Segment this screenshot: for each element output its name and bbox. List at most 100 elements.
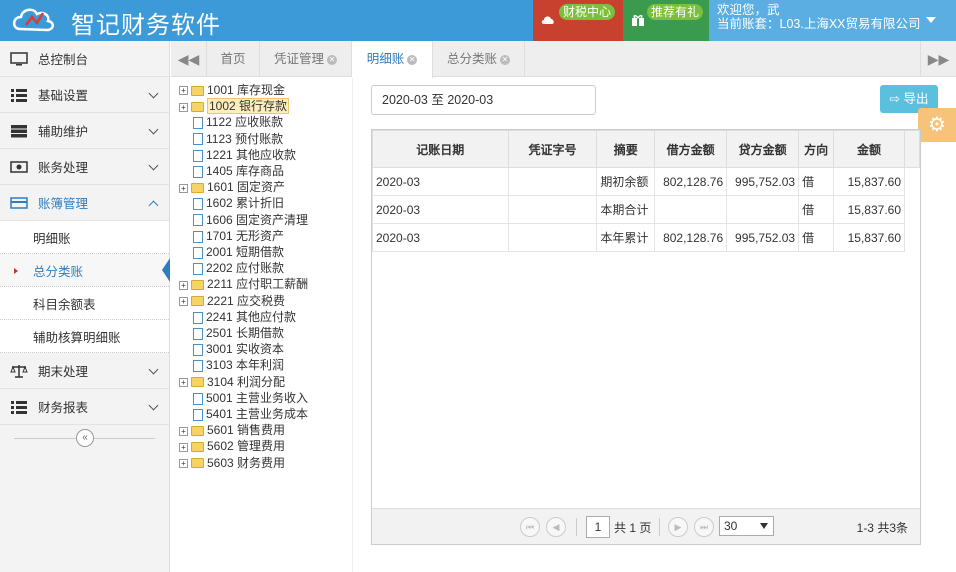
table-cell: 802,128.76 (654, 223, 728, 252)
sidebar-subitem-detail-ledger[interactable]: 明细账 (0, 221, 169, 254)
expand-toggle-icon[interactable]: + (179, 377, 188, 387)
table-cell: 借 (798, 167, 835, 196)
tree-node[interactable]: 3001 实收资本 (179, 341, 284, 357)
tab-scroll-left-button[interactable]: ◀◀ (171, 41, 207, 77)
tree-node[interactable]: +2221 应交税费 (179, 293, 285, 309)
tree-node[interactable]: +5602 管理费用 (179, 438, 285, 454)
prev-page-button[interactable]: ◀ (546, 517, 566, 537)
tree-node[interactable]: 1405 库存商品 (179, 163, 284, 179)
tree-node-label: 1602 累计折旧 (206, 196, 285, 211)
tree-node[interactable]: +1001 库存现金 (179, 82, 285, 98)
user-account-menu[interactable]: 欢迎您，武 当前账套：L03.上海XX贸易有限公司 (709, 0, 956, 41)
tab-home[interactable]: 首页 (207, 41, 260, 77)
close-icon[interactable]: ✕ (407, 54, 418, 65)
tree-node[interactable]: +1601 固定资产 (179, 179, 285, 195)
column-header[interactable]: 摘要 (596, 130, 656, 168)
export-icon: ⇨ (889, 92, 900, 106)
date-range-picker[interactable]: 2020-03 至 2020-03 (371, 85, 596, 115)
sidebar-item-accounting[interactable]: 账务处理 (0, 149, 169, 185)
monitor-icon (10, 51, 28, 65)
tab-scroll-right-button[interactable]: ▶▶ (920, 41, 956, 77)
sidebar-item-ledger[interactable]: 账簿管理 (0, 185, 169, 221)
tree-node[interactable]: 2501 长期借款 (179, 325, 284, 341)
column-header[interactable]: 金额 (833, 130, 905, 168)
tree-node[interactable]: +5601 销售费用 (179, 422, 285, 438)
tree-node[interactable]: 1701 无形资产 (179, 228, 284, 244)
folder-icon (191, 183, 204, 194)
tab-general-ledger[interactable]: 总分类账 ✕ (433, 41, 525, 77)
tree-node[interactable]: +5603 财务费用 (179, 455, 285, 471)
record-count-text: 1-3 共3条 (856, 521, 908, 535)
sidebar-item-label: 账务处理 (38, 161, 89, 175)
sidebar-item-reports[interactable]: 财务报表 (0, 389, 169, 425)
sidebar-subitem-aux-detail[interactable]: 辅助核算明细账 (0, 320, 169, 353)
collapse-sidebar-button[interactable]: « (76, 429, 94, 447)
tab-detail-ledger[interactable]: 明细账 ✕ (352, 41, 433, 78)
last-page-button[interactable]: ⏭ (694, 517, 714, 537)
column-header[interactable]: 凭证字号 (507, 130, 598, 168)
tree-node-label: 1122 应收账款 (206, 115, 284, 130)
close-icon[interactable]: ✕ (327, 54, 337, 65)
recommend-button[interactable]: 推荐有礼 (623, 0, 709, 41)
gift-icon (632, 14, 644, 26)
tree-node[interactable]: 1221 其他应收款 (179, 147, 296, 163)
expand-toggle-icon[interactable]: + (179, 458, 188, 468)
sidebar-subitem-balance-sheet[interactable]: 科目余额表 (0, 287, 169, 320)
top-bar: 智记财务软件 财税中心 推荐有礼 欢迎您，武 当前账套：L03.上海XX贸易有限… (0, 0, 956, 41)
chevron-down-icon (148, 160, 159, 171)
next-page-button[interactable]: ▶ (668, 517, 688, 537)
expand-toggle-icon[interactable]: + (179, 426, 188, 436)
close-icon[interactable]: ✕ (500, 54, 510, 65)
expand-toggle-icon[interactable]: + (179, 183, 188, 193)
table-row[interactable]: 2020-03 期初余额 802,128.76 995,752.03 借 15,837.6… (372, 167, 920, 196)
tree-node[interactable]: +3104 利润分配 (179, 374, 285, 390)
tab-voucher-management[interactable]: 凭证管理 ✕ (260, 41, 352, 77)
sidebar-item-dashboard[interactable]: 总控制台 (0, 41, 169, 77)
table-cell: 995,752.03 (726, 223, 800, 252)
tree-node[interactable]: +2211 应付职工薪酬 (179, 276, 308, 292)
tree-node[interactable]: 1602 累计折旧 (179, 195, 284, 211)
column-header[interactable]: 贷方金额 (726, 130, 800, 168)
expand-toggle-icon[interactable]: + (179, 296, 188, 306)
tree-node[interactable]: 3103 本年利润 (179, 357, 284, 373)
tab-bar: ◀◀ 首页 凭证管理 ✕ 明细账 ✕ 总分类账 ✕ ▶▶ (171, 41, 956, 78)
tree-node[interactable]: 5401 主营业务成本 (179, 406, 308, 422)
tree-node[interactable]: +1002 银行存款 (179, 98, 290, 115)
expand-toggle-icon[interactable]: + (179, 86, 188, 96)
page-size-select[interactable]: 30 (719, 516, 774, 536)
settings-gear-button[interactable]: ⚙ (918, 108, 956, 142)
tax-center-button[interactable]: 财税中心 (533, 0, 623, 41)
sidebar-subitem-general-ledger[interactable]: 总分类账 (0, 254, 170, 287)
page-number-input[interactable]: 1 (586, 516, 610, 538)
tree-node[interactable]: 1606 固定资产清理 (179, 212, 308, 228)
table-cell: 借 (798, 223, 835, 252)
tree-node[interactable]: 2202 应付账款 (179, 260, 284, 276)
table-row[interactable]: 2020-03 本年累计 802,128.76 995,752.03 借 15,837.6… (372, 223, 920, 252)
server-icon (11, 124, 27, 137)
tree-node[interactable]: 2241 其他应付款 (179, 309, 296, 325)
tax-center-label: 财税中心 (559, 4, 616, 20)
tree-node[interactable]: 1122 应收账款 (179, 114, 283, 130)
account-set-text: 当前账套：L03.上海XX贸易有限公司 (717, 17, 921, 31)
sidebar-item-aux-maintenance[interactable]: 辅助维护 (0, 113, 169, 149)
card-icon (10, 196, 28, 209)
expand-toggle-icon[interactable]: + (179, 102, 188, 112)
expand-toggle-icon[interactable]: + (179, 442, 188, 452)
table-cell (507, 195, 598, 224)
sidebar-item-period-end[interactable]: 期末处理 (0, 353, 169, 389)
column-header[interactable]: 记账日期 (372, 130, 509, 168)
first-page-button[interactable]: ⏮ (520, 517, 540, 537)
tree-node[interactable]: 5001 主营业务收入 (179, 390, 308, 406)
tree-node-label: 3001 实收资本 (206, 342, 285, 357)
scale-icon (10, 364, 28, 378)
column-header[interactable]: 方向 (798, 130, 835, 168)
table-row[interactable]: 2020-03 本期合计 借 15,837.60 (372, 195, 920, 224)
expand-toggle-icon[interactable]: + (179, 280, 188, 290)
tree-node[interactable]: 1123 预付账款 (179, 131, 283, 147)
file-icon (193, 165, 203, 178)
sidebar-item-basic-settings[interactable]: 基础设置 (0, 77, 169, 113)
tree-node[interactable]: 2001 短期借款 (179, 244, 284, 260)
column-header[interactable]: 借方金额 (654, 130, 728, 168)
app-title: 智记财务软件 (71, 12, 221, 39)
logo-icon (12, 8, 54, 32)
